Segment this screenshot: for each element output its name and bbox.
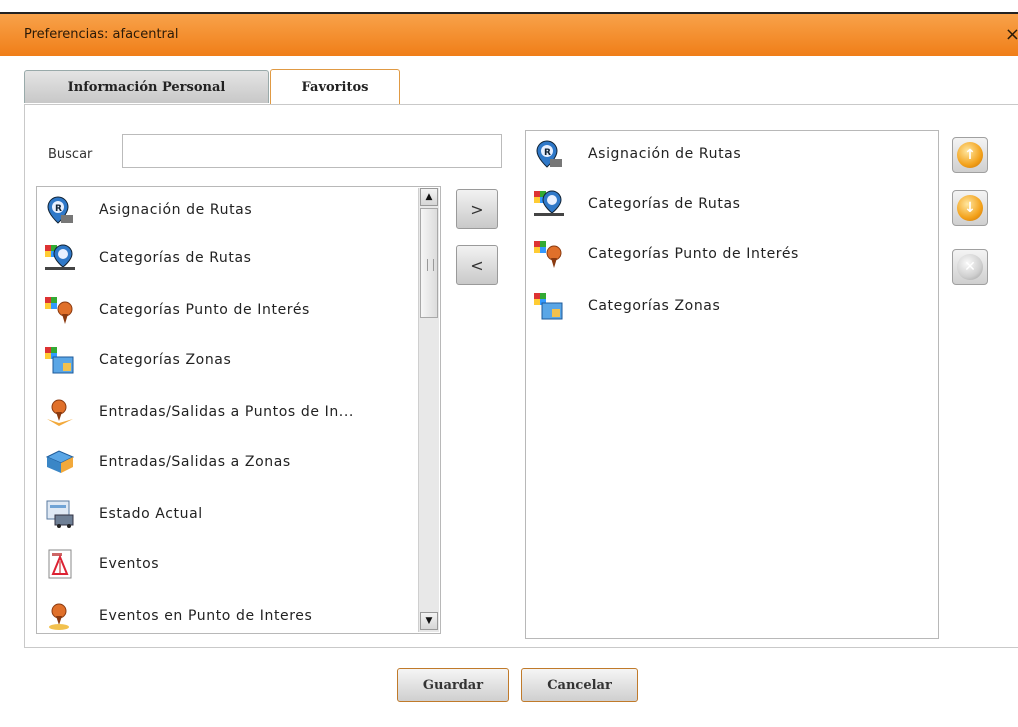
- list-item-label: Eventos: [99, 556, 160, 572]
- zone-entry-exit-icon: [45, 450, 75, 473]
- window-top: [0, 0, 1018, 10]
- list-item-label: Categorías de Rutas: [99, 250, 252, 266]
- list-item[interactable]: R Asignación de Rutas: [526, 131, 938, 179]
- grip-icon: [427, 259, 434, 271]
- list-item-label: Categorías Punto de Interés: [588, 246, 799, 262]
- list-item[interactable]: R Asignación de Rutas: [37, 187, 440, 235]
- close-icon[interactable]: ×: [1005, 24, 1018, 45]
- scroll-up-icon[interactable]: ▲: [420, 188, 438, 206]
- list-item-label: Entradas/Salidas a Puntos de In...: [99, 404, 354, 420]
- list-item[interactable]: Categorías Punto de Interés: [37, 287, 440, 335]
- list-item[interactable]: Entradas/Salidas a Zonas: [37, 439, 440, 487]
- list-item[interactable]: Categorías Punto de Interés: [526, 231, 938, 279]
- available-list-scrollbar[interactable]: ▲ ▼: [418, 188, 439, 632]
- list-item[interactable]: Categorías de Rutas: [37, 235, 440, 283]
- add-to-favorites-button[interactable]: >: [456, 189, 498, 229]
- list-item[interactable]: Eventos: [37, 541, 440, 589]
- list-item[interactable]: Categorías Zonas: [37, 337, 440, 385]
- list-item-label: Categorías Zonas: [588, 298, 721, 314]
- poi-category-icon: [45, 297, 73, 324]
- list-item[interactable]: Entradas/Salidas a Puntos de In...: [37, 389, 440, 437]
- list-item[interactable]: Eventos en Punto de Interes: [37, 593, 440, 633]
- search-label: Buscar: [48, 147, 93, 162]
- route-pin-icon: R: [536, 140, 562, 168]
- save-button[interactable]: Guardar: [397, 668, 509, 702]
- list-item-label: Categorías Punto de Interés: [99, 302, 310, 318]
- move-up-button[interactable]: ↑: [952, 137, 988, 173]
- route-category-icon: [534, 190, 564, 216]
- poi-category-icon: [534, 241, 562, 268]
- dialog-title: Preferencias: afacentral: [24, 27, 179, 42]
- list-item[interactable]: Categorías de Rutas: [526, 181, 938, 229]
- list-item-label: Eventos en Punto de Interes: [99, 608, 313, 624]
- current-status-icon: [46, 500, 74, 528]
- zone-category-icon: [534, 293, 563, 320]
- delete-icon: ✕: [957, 254, 983, 280]
- list-item-label: Entradas/Salidas a Zonas: [99, 454, 291, 470]
- search-input[interactable]: [122, 134, 502, 168]
- available-list[interactable]: R Asignación de Rutas Categorías de Ruta…: [36, 186, 441, 634]
- tab-favoritos[interactable]: Favoritos: [270, 69, 400, 104]
- favorites-list[interactable]: R Asignación de Rutas Categorías de Ruta…: [525, 130, 939, 639]
- dialog-titlebar: Preferencias: afacentral ×: [0, 12, 1018, 56]
- poi-events-icon: [49, 603, 69, 630]
- delete-button[interactable]: ✕: [952, 249, 988, 285]
- list-item-label: Asignación de Rutas: [588, 146, 742, 162]
- route-pin-icon: R: [47, 196, 73, 224]
- cancel-button[interactable]: Cancelar: [521, 668, 638, 702]
- list-item-label: Estado Actual: [99, 506, 203, 522]
- list-item-label: Categorías de Rutas: [588, 196, 741, 212]
- poi-entry-exit-icon: [47, 399, 73, 426]
- move-down-button[interactable]: ↓: [952, 190, 988, 226]
- scroll-down-icon[interactable]: ▼: [420, 612, 438, 630]
- scroll-thumb[interactable]: [420, 208, 438, 318]
- events-document-icon: [48, 549, 72, 579]
- move-up-icon: ↑: [957, 142, 983, 168]
- tab-strip: Información Personal Favoritos: [24, 69, 1018, 104]
- list-item-label: Categorías Zonas: [99, 352, 232, 368]
- list-item[interactable]: Estado Actual: [37, 491, 440, 539]
- remove-from-favorites-button[interactable]: <: [456, 245, 498, 285]
- list-item[interactable]: Categorías Zonas: [526, 283, 938, 331]
- svg-text:R: R: [55, 204, 62, 214]
- move-down-icon: ↓: [957, 195, 983, 221]
- svg-text:R: R: [544, 148, 551, 158]
- route-category-icon: [45, 244, 75, 270]
- zone-category-icon: [45, 347, 74, 374]
- tab-informacion-personal[interactable]: Información Personal: [24, 70, 269, 103]
- list-item-label: Asignación de Rutas: [99, 202, 253, 218]
